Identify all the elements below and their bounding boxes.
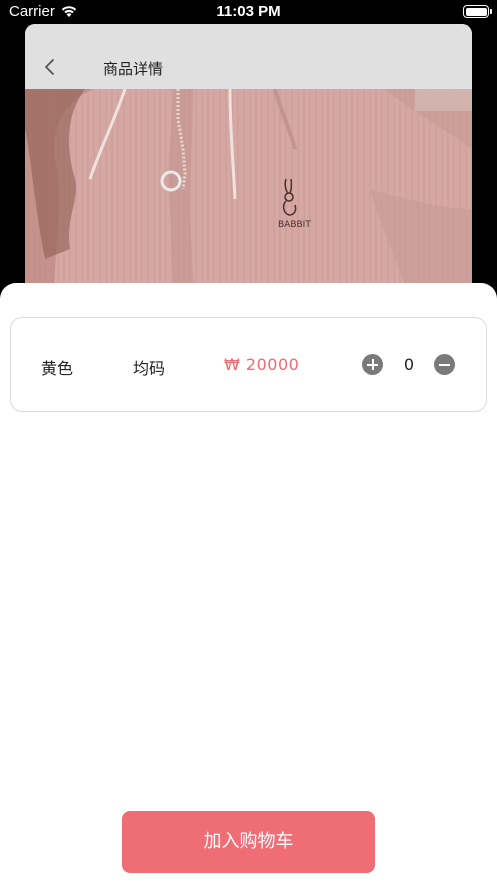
minus-icon[interactable]	[434, 354, 455, 375]
navigation-bar: 商品详情	[25, 24, 472, 89]
sku-color: 黄色	[41, 359, 74, 378]
app-screen: Carrier 11:03 PM 商品详情 BABBIT 黄色 均码 ₩ 200…	[0, 0, 497, 883]
battery-level	[465, 7, 487, 16]
quantity-value: 0	[403, 355, 415, 374]
plus-icon[interactable]	[362, 354, 383, 375]
svg-text:BABBIT: BABBIT	[278, 220, 311, 230]
sku-price: ₩ 20000	[224, 355, 300, 374]
product-detail-page: 商品详情 BABBIT	[25, 24, 472, 324]
sku-size: 均码	[133, 359, 166, 378]
clock: 11:03 PM	[216, 3, 281, 20]
sku-bottom-sheet: 黄色 均码 ₩ 20000 0 加入购物车	[0, 283, 497, 883]
back-icon[interactable]	[39, 56, 61, 78]
battery-icon	[463, 5, 492, 18]
status-bar: Carrier 11:03 PM	[0, 0, 497, 24]
sku-option-row[interactable]: 黄色 均码 ₩ 20000 0	[10, 317, 487, 412]
add-to-cart-button[interactable]: 加入购物车	[122, 811, 375, 873]
page-title: 商品详情	[103, 60, 164, 78]
quantity-stepper: 0	[362, 354, 456, 376]
